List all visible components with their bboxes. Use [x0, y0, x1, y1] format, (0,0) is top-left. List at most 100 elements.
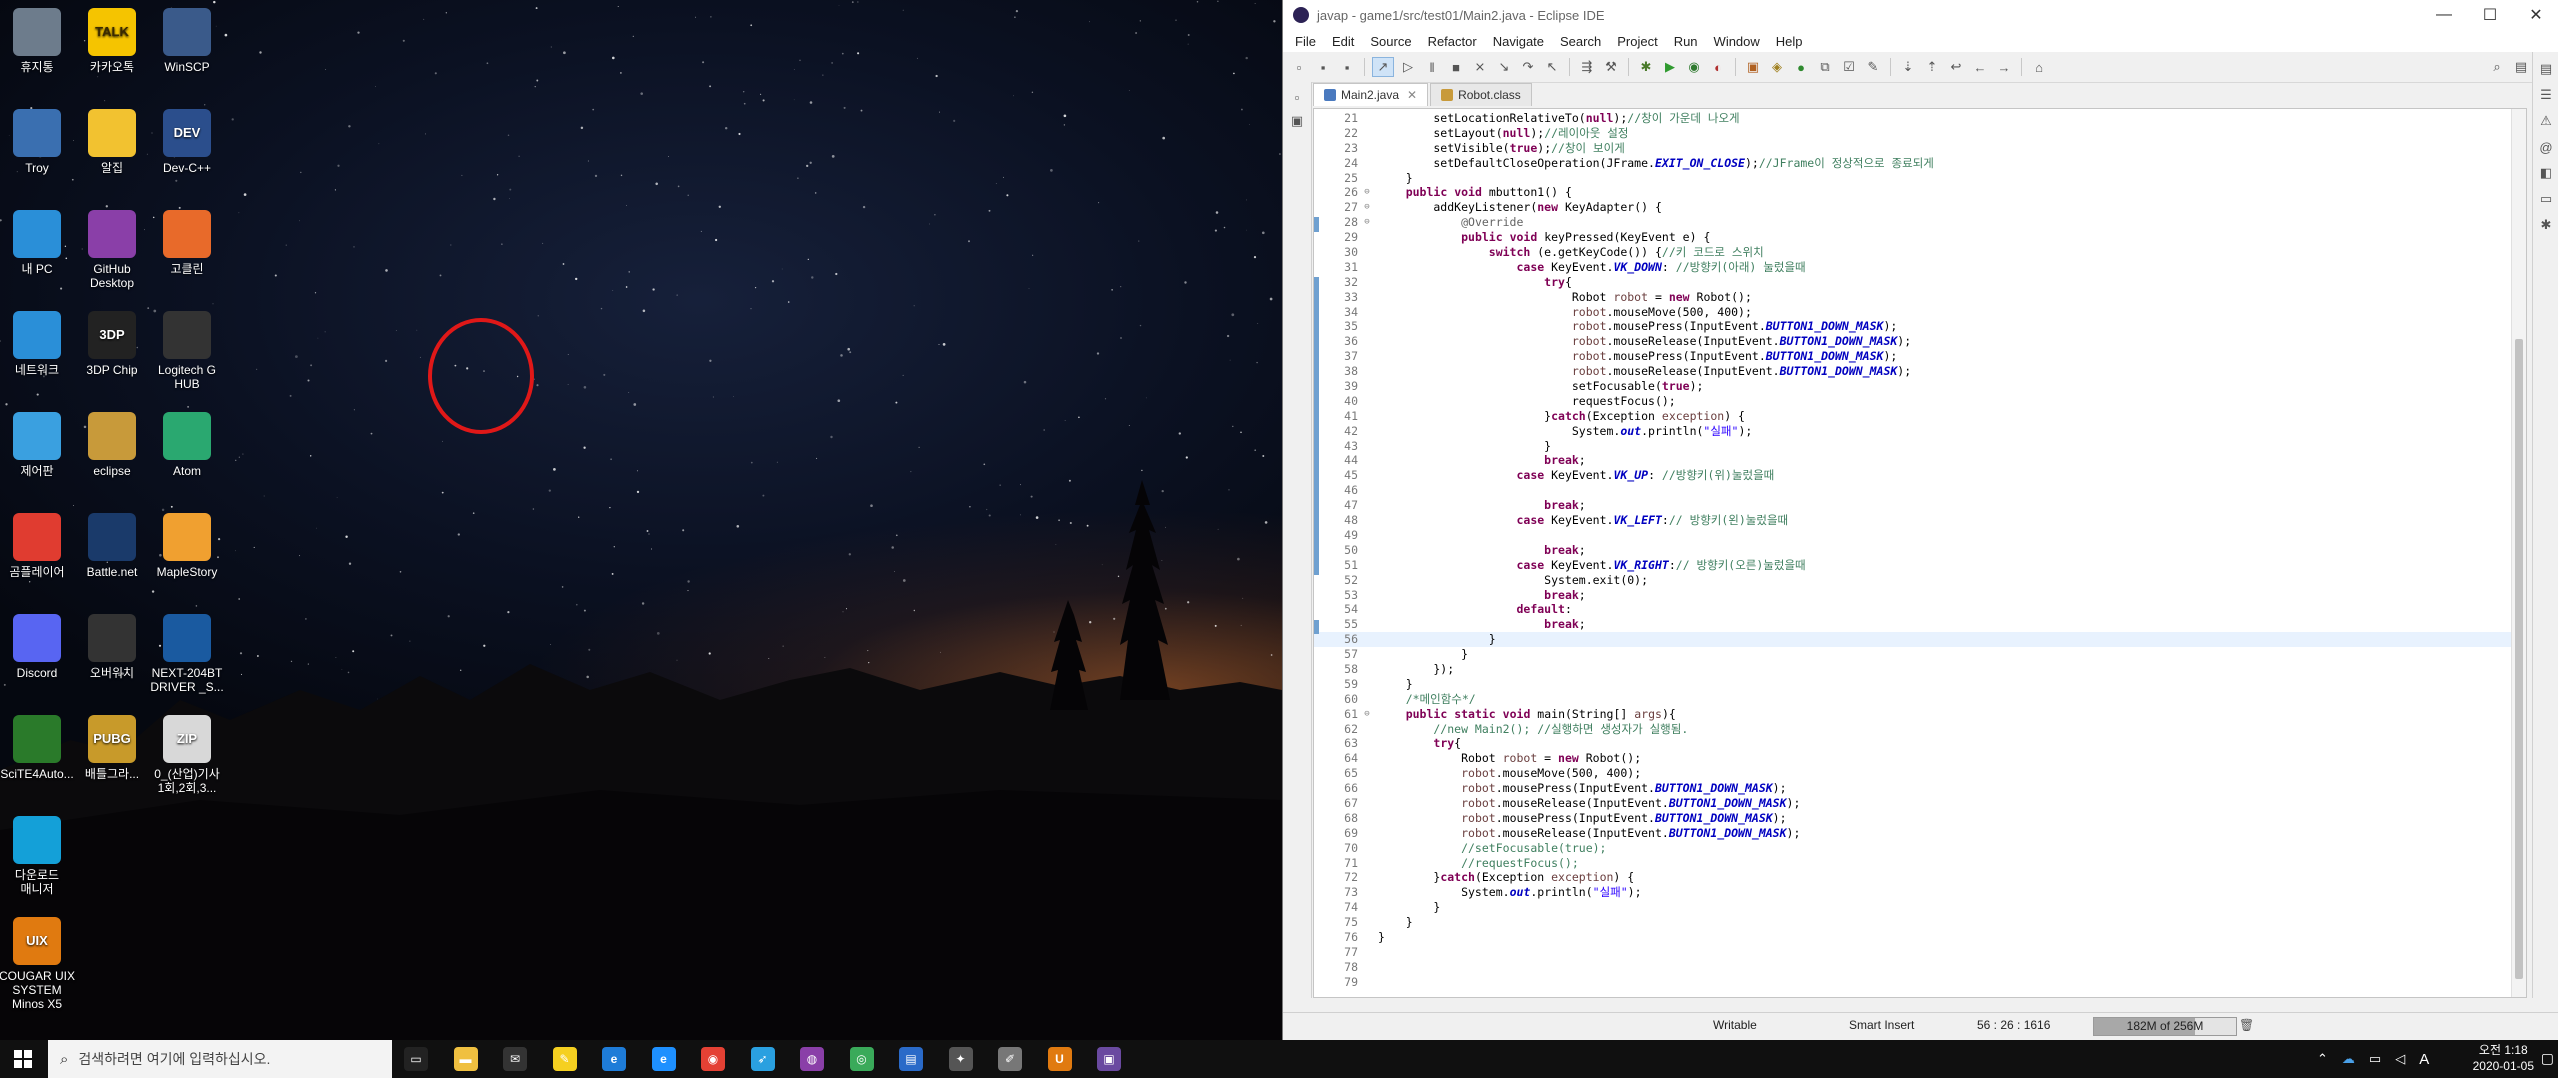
code-line[interactable]: 62 //new Main2(); //실행하면 생성자가 실행됨. — [1314, 722, 2526, 737]
debug-icon[interactable]: ✱ — [1636, 58, 1656, 76]
code-line[interactable]: 76} — [1314, 930, 2526, 945]
code-line[interactable]: 64 Robot robot = new Robot(); — [1314, 751, 2526, 766]
code-line[interactable]: 31 case KeyEvent.VK_DOWN: //방향키(아래) 눌렀을때 — [1314, 260, 2526, 275]
console-icon[interactable]: ▭ — [2536, 190, 2556, 208]
edge-icon[interactable]: e — [602, 1047, 626, 1071]
code-line[interactable]: 41 }catch(Exception exception) { — [1314, 409, 2526, 424]
desktop-icon-gom-player[interactable]: 곰플레이어 — [0, 509, 75, 579]
perspective-icon[interactable]: ▤ — [2511, 58, 2531, 76]
desktop-icon-control-panel[interactable]: 제어판 — [0, 408, 75, 478]
code-line[interactable]: 49 — [1314, 528, 2526, 543]
desktop-icon-kakaotalk[interactable]: TALK 카카오톡 — [74, 4, 150, 74]
code-line[interactable]: 79 — [1314, 975, 2526, 990]
code-line[interactable]: 77 — [1314, 945, 2526, 960]
code-line[interactable]: 61 ⊖ public static void main(String[] arg… — [1314, 707, 2526, 722]
code-line[interactable]: 44 break; — [1314, 453, 2526, 468]
save-icon[interactable]: ▪ — [1313, 58, 1333, 76]
menu-source[interactable]: Source — [1362, 34, 1419, 49]
search-icon[interactable]: ⌕ — [2487, 58, 2507, 76]
player-icon[interactable]: ▣ — [1097, 1047, 1121, 1071]
volume-icon[interactable]: ◁ — [2395, 1051, 2405, 1067]
use-step-filters-icon[interactable]: ⇶ — [1577, 58, 1597, 76]
code-line[interactable]: 42 System.out.println("실패"); — [1314, 424, 2526, 439]
fold-toggle-icon[interactable]: ⊖ — [1362, 707, 1372, 722]
feather-icon[interactable]: ➶ — [750, 1047, 775, 1071]
menu-edit[interactable]: Edit — [1324, 34, 1362, 49]
heap-status[interactable]: 182M of 256M — [2093, 1017, 2237, 1036]
code-line[interactable]: 23 setVisible(true);//창이 보이게 — [1314, 141, 2526, 156]
code-line[interactable]: 39 setFocusable(true); — [1314, 379, 2526, 394]
run-icon[interactable]: ▶ — [1660, 58, 1680, 76]
menu-run[interactable]: Run — [1666, 34, 1706, 49]
desktop-icon-atom[interactable]: Atom — [149, 408, 225, 478]
code-line[interactable]: 65 robot.mouseMove(500, 400); — [1314, 766, 2526, 781]
code-line[interactable]: 25 } — [1314, 171, 2526, 186]
minimize-button[interactable]: — — [2421, 6, 2467, 24]
restore-icon[interactable]: ▫ — [1287, 88, 1307, 106]
code-line[interactable]: 78 — [1314, 960, 2526, 975]
previous-annotation-icon[interactable]: ⇡ — [1922, 58, 1942, 76]
menu-refactor[interactable]: Refactor — [1420, 34, 1485, 49]
new-icon[interactable]: ▫ — [1289, 58, 1309, 76]
code-line[interactable]: 47 break; — [1314, 498, 2526, 513]
code-line[interactable]: 46 — [1314, 483, 2526, 498]
desktop-icon-github-desktop[interactable]: GitHub Desktop — [74, 206, 150, 290]
outline-icon[interactable]: ▤ — [2536, 60, 2556, 78]
code-line[interactable]: 70 //setFocusable(true); — [1314, 841, 2526, 856]
scrollbar-thumb[interactable] — [2515, 339, 2523, 979]
new-class-icon[interactable]: ● — [1791, 58, 1811, 76]
fold-toggle-icon[interactable]: ⊖ — [1362, 215, 1372, 230]
code-line[interactable]: 38 robot.mouseRelease(InputEvent.BUTTON1… — [1314, 364, 2526, 379]
code-line[interactable]: 60 /*메인함수*/ — [1314, 692, 2526, 707]
code-line[interactable]: 57 } — [1314, 647, 2526, 662]
desktop-icon-zip-archive[interactable]: ZIP 0_(산업)기사 1회,2회,3... — [149, 711, 225, 795]
disconnect-icon[interactable]: ⨯ — [1470, 58, 1490, 76]
desktop-icon-troy[interactable]: Troy — [0, 105, 75, 175]
new-java-project-icon[interactable]: ▣ — [1743, 58, 1763, 76]
code-line[interactable]: 58 }); — [1314, 662, 2526, 677]
suspend-icon[interactable]: ‖ — [1422, 58, 1442, 76]
game-icon[interactable]: ◎ — [849, 1047, 874, 1071]
code-line[interactable]: 37 robot.mousePress(InputEvent.BUTTON1_D… — [1314, 349, 2526, 364]
desktop-icon-logitech-g-hub[interactable]: Logitech G HUB — [149, 307, 225, 391]
last-edit-icon[interactable]: ↩ — [1946, 58, 1966, 76]
code-line[interactable]: 63 try{ — [1314, 736, 2526, 751]
desktop-icon-battle-net[interactable]: Battle.net — [74, 509, 150, 579]
code-line[interactable]: 36 robot.mouseRelease(InputEvent.BUTTON1… — [1314, 334, 2526, 349]
skip-breakpoints-icon[interactable]: ↗ — [1372, 57, 1394, 77]
code-line[interactable]: 56 } — [1314, 632, 2526, 648]
code-line[interactable]: 71 //requestFocus(); — [1314, 856, 2526, 871]
tab-main2-java[interactable]: Main2.java ✕ — [1313, 83, 1429, 106]
desktop-icon-eclipse[interactable]: eclipse — [74, 408, 150, 478]
step-into-icon[interactable]: ↘ — [1494, 58, 1514, 76]
menu-search[interactable]: Search — [1552, 34, 1609, 49]
network-app-icon[interactable]: ▤ — [899, 1047, 923, 1071]
code-line[interactable]: 66 robot.mousePress(InputEvent.BUTTON1_D… — [1314, 781, 2526, 796]
onedrive-icon[interactable]: ☁ — [2342, 1051, 2355, 1067]
desktop-icon-dev-cpp[interactable]: DEV Dev-C++ — [149, 105, 225, 175]
new-package-icon[interactable]: ◈ — [1767, 58, 1787, 76]
fold-toggle-icon[interactable]: ⊖ — [1362, 200, 1372, 215]
mail-icon[interactable]: ✉ — [503, 1047, 527, 1071]
code-line[interactable]: 29 public void keyPressed(KeyEvent e) { — [1314, 230, 2526, 245]
code-line[interactable]: 45 case KeyEvent.VK_UP: //방향키(위)눌렀을때 — [1314, 468, 2526, 483]
desktop-icon-discord[interactable]: Discord — [0, 610, 75, 680]
code-line[interactable]: 32 try{ — [1314, 275, 2526, 290]
package-explorer-icon[interactable]: ▣ — [1287, 112, 1307, 130]
menu-help[interactable]: Help — [1768, 34, 1811, 49]
task-list-icon[interactable]: ☰ — [2536, 86, 2556, 104]
notification-icon[interactable]: ▢ — [2541, 1050, 2554, 1067]
chrome-icon[interactable]: ◉ — [701, 1047, 725, 1071]
code-line[interactable]: 75 } — [1314, 915, 2526, 930]
desktop-icon-recycle-bin[interactable]: 휴지통 — [0, 4, 75, 74]
desktop-icon-winscp[interactable]: WinSCP — [149, 4, 225, 74]
step-return-icon[interactable]: ↖ — [1542, 58, 1562, 76]
declaration-icon[interactable]: ◧ — [2536, 164, 2556, 182]
problems-icon[interactable]: ⚠ — [2536, 112, 2556, 130]
javadoc-icon[interactable]: @ — [2536, 138, 2556, 156]
code-line[interactable]: 33 Robot robot = new Robot(); — [1314, 290, 2526, 305]
desktop-icon-this-pc[interactable]: 내 PC — [0, 206, 75, 276]
clock[interactable]: 오전 1:18 2020-01-05 — [2473, 1042, 2534, 1074]
menu-project[interactable]: Project — [1609, 34, 1665, 49]
file-explorer-icon[interactable]: ▬ — [453, 1047, 478, 1071]
